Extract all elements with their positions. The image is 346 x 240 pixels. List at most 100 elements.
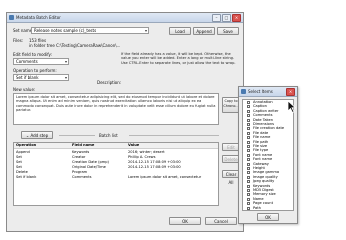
window-controls: – □ × xyxy=(212,14,241,22)
title-bar: Metadata Batch Editor – □ × xyxy=(7,13,243,23)
item-checkbox[interactable] xyxy=(247,175,250,179)
item-checkbox[interactable] xyxy=(247,118,250,122)
list-item[interactable]: Keywords xyxy=(253,184,270,188)
item-checkbox[interactable] xyxy=(247,101,250,104)
table-cell: Comments xyxy=(72,175,92,179)
table-row[interactable]: Set if blank Comments Lorem ipsum dolor … xyxy=(14,175,218,180)
list-item[interactable]: Page count xyxy=(253,201,273,205)
ok-button[interactable]: OK xyxy=(169,217,201,225)
window-title: Select Items xyxy=(248,89,273,94)
window-title: Metadata Batch Editor xyxy=(16,15,61,20)
minimize-icon[interactable]: – xyxy=(212,14,221,22)
item-checkbox[interactable] xyxy=(247,167,250,170)
chevron-down-icon: ▾ xyxy=(64,75,67,80)
item-checkbox[interactable] xyxy=(247,123,250,126)
save-button[interactable]: Save xyxy=(217,27,239,35)
batch-list-table[interactable]: Operation Field name Value Append Keywor… xyxy=(13,142,219,206)
item-checkbox[interactable] xyxy=(247,153,250,157)
list-item[interactable]: File name xyxy=(253,135,270,139)
item-checkbox[interactable] xyxy=(247,127,250,131)
list-item[interactable]: Caption writer xyxy=(253,109,279,113)
table-cell: Set if blank xyxy=(16,175,37,179)
list-item[interactable]: File size xyxy=(253,144,267,148)
list-item[interactable]: File path xyxy=(253,140,268,144)
item-checkbox[interactable] xyxy=(247,193,250,197)
add-step-button[interactable]: ⌄ Add step xyxy=(21,131,53,139)
metadata-batch-editor-window: Metadata Batch Editor – □ × Set name: Re… xyxy=(6,12,244,232)
item-checkbox[interactable] xyxy=(247,145,250,148)
list-item[interactable]: Font name xyxy=(253,157,272,161)
chevron-down-icon: ▾ xyxy=(144,28,147,33)
column-header[interactable]: Field name xyxy=(72,143,124,148)
list-item[interactable]: Caption xyxy=(253,104,267,108)
item-checkbox[interactable] xyxy=(247,171,250,175)
item-checkbox[interactable] xyxy=(247,162,250,166)
divider xyxy=(129,135,219,136)
list-item[interactable]: File type xyxy=(253,148,268,152)
table-cell: Lorem ipsum dolor sit amet, consectetur xyxy=(128,175,202,179)
item-checkbox[interactable] xyxy=(247,180,250,184)
item-checkbox[interactable] xyxy=(247,158,250,162)
set-name-value: Release notes sample (c)_tests xyxy=(34,28,97,33)
item-checkbox[interactable] xyxy=(247,109,250,113)
list-item[interactable]: Gateway xyxy=(253,162,269,166)
list-item[interactable]: File creation date xyxy=(253,126,284,130)
item-checkbox[interactable] xyxy=(247,149,250,153)
list-item[interactable]: Image gamma xyxy=(253,170,279,174)
new-value-text: Lorem ipsum dolor sit amet, consectetur … xyxy=(16,95,216,113)
append-button[interactable]: Append xyxy=(193,27,215,35)
maximize-icon[interactable]: □ xyxy=(222,14,231,22)
picker-ok-button[interactable]: OK xyxy=(257,213,279,221)
cancel-button[interactable]: Cancel xyxy=(205,217,237,225)
app-icon xyxy=(9,15,14,20)
list-item[interactable]: Date Taken xyxy=(253,118,273,122)
files-label: Files: xyxy=(13,38,24,43)
list-item[interactable]: Comments xyxy=(253,113,272,117)
list-item[interactable]: Memory size xyxy=(253,192,276,196)
items-list[interactable]: Annotation Caption Caption writer Commen… xyxy=(242,99,294,211)
edit-field-value: Comments xyxy=(16,59,38,64)
item-checkbox[interactable] xyxy=(247,189,250,192)
item-checkbox[interactable] xyxy=(247,136,250,140)
batch-list-label: Batch list xyxy=(99,133,118,138)
title-bar: Select Items × xyxy=(239,87,297,97)
files-folder: in folder tree C:\Testing\CameraRaw\Cano… xyxy=(29,43,121,48)
item-checkbox[interactable] xyxy=(247,140,250,144)
list-item[interactable]: Height xyxy=(253,166,265,170)
edit-field-label: Edit field to modify: xyxy=(13,52,52,57)
item-checkbox[interactable] xyxy=(247,197,250,201)
item-checkbox[interactable] xyxy=(247,105,250,109)
close-icon[interactable]: × xyxy=(232,14,241,22)
window-controls: × xyxy=(286,88,295,96)
set-name-field[interactable]: Release notes sample (c)_tests ▾ xyxy=(31,27,149,34)
list-item[interactable]: Name xyxy=(253,197,264,201)
list-item[interactable]: File date xyxy=(253,131,268,135)
close-icon[interactable]: × xyxy=(286,88,295,96)
load-button[interactable]: Load xyxy=(169,27,191,35)
edit-field-select[interactable]: Comments ▾ xyxy=(13,58,69,65)
new-value-textarea[interactable]: Lorem ipsum dolor sit amet, consectetur … xyxy=(13,93,219,125)
item-checkbox[interactable] xyxy=(247,202,250,206)
list-item[interactable]: Path xyxy=(253,206,261,210)
divider xyxy=(59,135,95,136)
list-item[interactable]: Image quality xyxy=(253,175,278,179)
item-checkbox[interactable] xyxy=(247,184,250,188)
description-text: If the field already has a value, it wil… xyxy=(121,52,236,65)
operation-value: Set if blank xyxy=(16,75,39,80)
item-checkbox[interactable] xyxy=(247,131,250,135)
operation-label: Operation to perform: xyxy=(13,68,57,73)
list-item[interactable]: Jpeg quality xyxy=(253,179,274,183)
mouse-cursor-icon xyxy=(287,100,296,113)
chevron-down-icon: ▾ xyxy=(64,59,67,64)
list-item[interactable]: Font name xyxy=(253,153,272,157)
item-checkbox[interactable] xyxy=(247,114,250,118)
list-item[interactable]: MD5 Digest xyxy=(253,188,274,192)
list-item[interactable]: Annotation xyxy=(253,100,273,104)
column-header[interactable]: Value xyxy=(128,143,218,148)
app-icon xyxy=(241,89,246,94)
column-header[interactable]: Operation xyxy=(16,143,68,148)
operation-select[interactable]: Set if blank ▾ xyxy=(13,74,69,81)
list-item[interactable]: Dimensions xyxy=(253,122,274,126)
item-checkbox[interactable] xyxy=(247,206,250,210)
description-label: Description: xyxy=(97,80,122,85)
